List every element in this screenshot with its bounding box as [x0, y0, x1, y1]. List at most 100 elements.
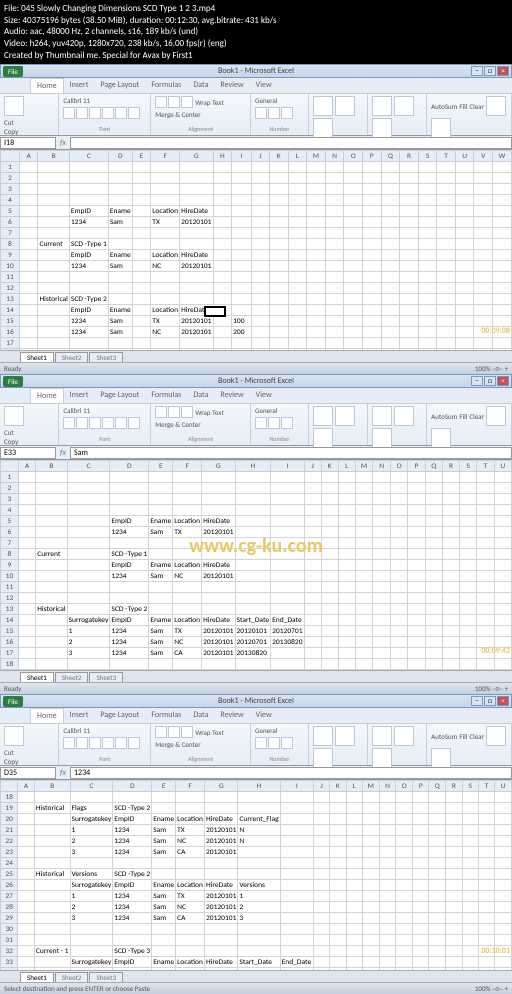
cell-F21[interactable]: TX [176, 825, 205, 836]
cell-H8[interactable] [235, 549, 271, 560]
cell-I22[interactable] [280, 836, 313, 847]
row-header[interactable]: 25 [1, 869, 18, 880]
col-header[interactable]: K [321, 461, 338, 472]
cell-O19[interactable] [390, 670, 407, 671]
cell-D21[interactable]: 1234 [113, 825, 152, 836]
cell-V9[interactable] [474, 250, 493, 261]
col-header[interactable]: E [152, 781, 176, 792]
cell-P5[interactable] [363, 206, 382, 217]
cell-O15[interactable] [344, 316, 363, 327]
row-header[interactable]: 9 [1, 250, 20, 261]
cell-P18[interactable] [363, 349, 382, 351]
cell-G9[interactable]: HireDate [180, 250, 213, 261]
cell-A9[interactable] [19, 250, 38, 261]
cell-S1[interactable] [460, 472, 477, 483]
cell-P10[interactable] [363, 261, 382, 272]
cell-L12[interactable] [288, 283, 306, 294]
tab-formulas[interactable]: Formulas [145, 388, 187, 403]
cell-S29[interactable] [462, 913, 478, 924]
cell-E7[interactable] [132, 228, 151, 239]
cell-F31[interactable] [176, 935, 205, 946]
cell-G28[interactable]: 20120101 [204, 902, 237, 913]
cell-F32[interactable] [176, 946, 205, 957]
cell-T4[interactable] [477, 505, 494, 516]
cell-U6[interactable] [455, 217, 474, 228]
cell-C7[interactable] [69, 228, 108, 239]
cell-P16[interactable] [408, 637, 425, 648]
cell-R11[interactable] [400, 272, 419, 283]
cell-J28[interactable] [314, 902, 330, 913]
cell-O32[interactable] [396, 946, 413, 957]
cell-O25[interactable] [396, 869, 413, 880]
cell-K10[interactable] [321, 571, 338, 582]
cell-J21[interactable] [314, 825, 330, 836]
cell-R24[interactable] [446, 858, 462, 869]
cell-V10[interactable] [474, 261, 493, 272]
cell-Q17[interactable] [425, 648, 442, 659]
cell-U15[interactable] [455, 316, 474, 327]
cell-U6[interactable] [494, 527, 511, 538]
cell-C16[interactable]: 2 [67, 637, 110, 648]
cell-J23[interactable] [314, 847, 330, 858]
cell-I23[interactable] [280, 847, 313, 858]
cell-J8[interactable] [304, 549, 321, 560]
cell-U19[interactable] [495, 803, 512, 814]
cell-P21[interactable] [413, 825, 429, 836]
minimize-button[interactable]: – [471, 66, 483, 76]
cell-M9[interactable] [355, 560, 373, 571]
cell-J15[interactable] [304, 626, 321, 637]
cell-T6[interactable] [477, 527, 494, 538]
cell-O2[interactable] [344, 173, 363, 184]
cell-B9[interactable] [38, 250, 69, 261]
cell-A3[interactable] [18, 494, 35, 505]
cell-H18[interactable] [238, 792, 280, 803]
cell-J17[interactable] [251, 338, 269, 349]
row-header[interactable]: 4 [1, 505, 19, 516]
cell-D10[interactable]: Sam [108, 261, 132, 272]
cell-O26[interactable] [396, 880, 413, 891]
cell-G12[interactable] [202, 593, 235, 604]
cell-R17[interactable] [400, 338, 419, 349]
close-button[interactable]: × [497, 376, 509, 386]
cell-F16[interactable]: NC [151, 327, 180, 338]
cell-F7[interactable] [173, 538, 202, 549]
cell-L19[interactable] [346, 803, 362, 814]
cell-H8[interactable] [213, 239, 232, 250]
cell-G18[interactable] [204, 792, 237, 803]
cell-L34[interactable] [346, 968, 362, 971]
col-header[interactable]: L [338, 461, 355, 472]
cell-I7[interactable] [271, 538, 304, 549]
col-header[interactable]: W [493, 151, 512, 162]
cell-F17[interactable] [151, 338, 180, 349]
cell-T19[interactable] [477, 670, 494, 671]
col-header[interactable]: F [151, 151, 180, 162]
row-header[interactable]: 32 [1, 946, 18, 957]
cell-V13[interactable] [474, 294, 493, 305]
cell-G15[interactable]: 20120101 [180, 316, 213, 327]
cell-A15[interactable] [18, 626, 35, 637]
cell-I4[interactable] [271, 505, 304, 516]
cell-P9[interactable] [408, 560, 425, 571]
cell-G6[interactable]: 20120101 [202, 527, 235, 538]
col-header[interactable]: R [446, 781, 462, 792]
cell-E4[interactable] [132, 195, 151, 206]
cell-W1[interactable] [493, 162, 512, 173]
cell-I28[interactable] [280, 902, 313, 913]
col-header[interactable]: Q [381, 151, 400, 162]
cell-G31[interactable] [204, 935, 237, 946]
cell-U13[interactable] [455, 294, 474, 305]
cell-H19[interactable] [235, 670, 271, 671]
cell-B16[interactable] [38, 327, 69, 338]
cell-K19[interactable] [330, 803, 346, 814]
cell-K16[interactable] [269, 327, 288, 338]
cell-A31[interactable] [18, 935, 35, 946]
cell-J17[interactable] [304, 648, 321, 659]
cell-T27[interactable] [478, 891, 494, 902]
cell-M19[interactable] [355, 670, 373, 671]
row-header[interactable]: 5 [1, 206, 20, 217]
cell-F1[interactable] [151, 162, 180, 173]
cell-H20[interactable]: Current_Flag [238, 814, 280, 825]
cell-O9[interactable] [344, 250, 363, 261]
cell-N17[interactable] [325, 338, 344, 349]
sheet-tab-sheet3[interactable]: Sheet3 [89, 352, 123, 362]
